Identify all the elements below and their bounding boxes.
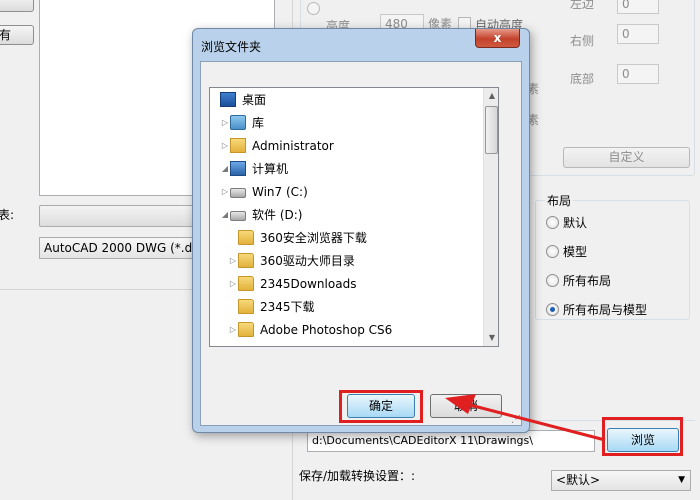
layout-title: 布局 [545,192,574,209]
tree-item-label: 2345下载 [260,300,315,314]
custom-button[interactable]: 自定义 [563,147,690,168]
settings-select[interactable]: <默认> ▼ [551,470,691,491]
library-icon [230,115,246,130]
tree-item-label: 库 [252,116,265,130]
tree-item[interactable]: ▷ Win7 (C:) [210,181,482,203]
format-select[interactable]: AutoCAD 2000 DWG (*.dwg) [39,237,199,259]
chevron-down-icon: ▼ [678,475,685,485]
expand-icon[interactable]: ▷ [228,273,238,295]
layout-label-model: 模型 [563,245,588,259]
tree-item-label: 360安全浏览器下载 [260,231,367,245]
left-side-button[interactable]: 有 [0,25,34,45]
layout-label-default: 默认 [563,216,588,230]
close-icon: x [493,31,502,45]
resize-grip-icon[interactable]: ⋰ [511,414,521,425]
tree-item[interactable]: ◢ 软件 (D:) [210,204,482,226]
user-folder-icon [230,138,246,153]
tree-scrollbar[interactable]: ▲ ▼ [483,88,498,346]
tree-item-label: Win7 (C:) [252,185,308,199]
collapse-icon[interactable]: ◢ [220,158,230,180]
tree-item[interactable]: ▷ Administrator [210,135,482,157]
tree-item[interactable]: ▷ 库 [210,112,482,134]
output-path-input[interactable]: d:\Documents\CADEditorX 11\Drawings\ [307,430,595,452]
tree-item-label: Adobe Photoshop CS6 [260,323,393,337]
folder-icon [238,253,254,268]
expand-icon[interactable]: ▷ [220,112,230,134]
tree-item[interactable]: ▷ 360驱动大师目录 [210,250,482,272]
tree-item-label: 2345Downloads [260,277,357,291]
desktop-icon [220,92,236,107]
size-radio[interactable] [307,2,320,15]
scroll-up-icon[interactable]: ▲ [484,88,498,104]
tree-item-label: 软件 (D:) [252,208,303,222]
left-bar-button[interactable] [39,205,199,227]
dialog-title: 浏览文件夹 [201,40,262,54]
browse-button[interactable]: 浏览 [607,428,679,452]
scroll-down-icon[interactable]: ▼ [484,330,498,346]
settings-select-value: <默认> [556,473,601,487]
layout-label-all-layouts: 所有布局 [563,274,612,288]
tree-item[interactable]: ◢ 计算机 [210,158,482,180]
margin-right-label: 右侧 [570,34,595,48]
folder-icon [238,322,254,337]
expand-icon[interactable]: ▷ [220,181,230,203]
computer-icon [230,161,246,176]
tree-item[interactable]: ▷ Adobe Photoshop CS6 [210,319,482,341]
drive-icon [230,188,246,198]
scroll-thumb[interactable] [485,106,498,154]
folder-icon [238,276,254,291]
tree-item-label: 桌面 [242,93,267,107]
layout-radio-all-layouts-model[interactable] [546,303,559,316]
layout-radio-model[interactable] [546,245,559,258]
expand-icon[interactable]: ▷ [220,135,230,157]
top-left-button[interactable] [0,0,34,12]
tree-item[interactable]: 360安全浏览器下载 [210,227,482,249]
tree-item[interactable]: 桌面 [210,89,482,111]
margin-right-input[interactable]: 0 [617,24,659,44]
tree-item-label: 计算机 [252,162,289,176]
layout-radio-default[interactable] [546,216,559,229]
ok-button[interactable]: 确定 [347,394,415,418]
browse-folder-dialog: 浏览文件夹 x 桌面 ▷ 库 ▷ Administrator ◢ 计算机 ▷ Win7 (C:)… [192,28,530,433]
expand-icon[interactable]: ▷ [228,319,238,341]
tree-item-label: 360驱动大师目录 [260,254,355,268]
left-label: 表: [0,208,15,222]
tree-item[interactable]: 2345下载 [210,296,482,318]
drive-icon [230,211,246,221]
close-button[interactable]: x [475,29,520,48]
margin-bottom-input[interactable]: 0 [617,64,659,84]
margin-bottom-label: 底部 [570,72,595,86]
margin-left-label: 左边 [570,0,595,11]
expand-icon[interactable]: ▷ [228,250,238,272]
folder-icon [238,230,254,245]
collapse-icon[interactable]: ◢ [220,204,230,226]
layout-label-all-layouts-model: 所有布局与模型 [563,303,648,317]
tree-item-label: Administrator [252,139,334,153]
tree-item[interactable]: ▷ 2345Downloads [210,273,482,295]
margin-left-input[interactable]: 0 [617,0,659,14]
layout-radio-all-layouts[interactable] [546,274,559,287]
save-settings-label: 保存/加载转换设置：: [299,469,416,483]
left-side-button-label: 有 [0,28,12,42]
cancel-button[interactable]: 取消 [430,394,502,418]
folder-icon [238,299,254,314]
folder-tree[interactable]: 桌面 ▷ 库 ▷ Administrator ◢ 计算机 ▷ Win7 (C:) ◢ 软件 (D:)… [209,87,499,347]
